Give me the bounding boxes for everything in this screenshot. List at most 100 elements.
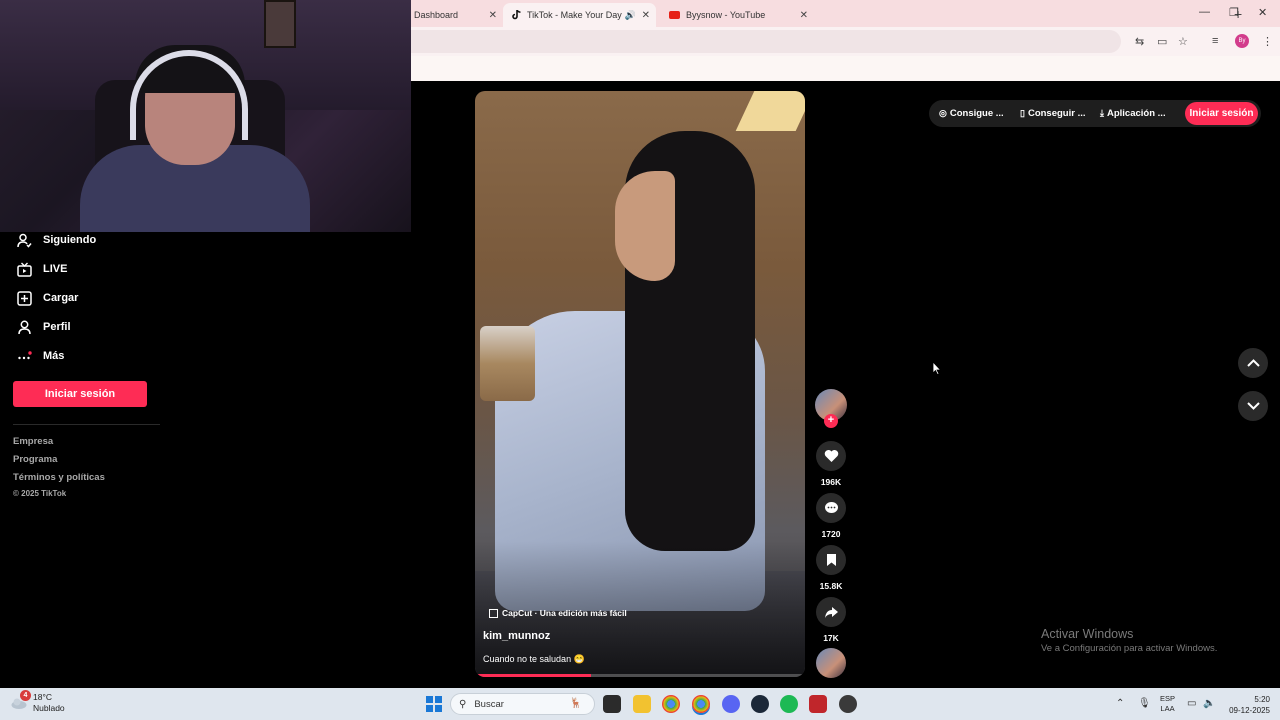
- taskbar-search[interactable]: ⚲ Buscar 🦌: [450, 693, 595, 715]
- share-action[interactable]: 17K: [816, 597, 846, 643]
- get-coins-button[interactable]: ◎ Consigue ...: [939, 100, 1004, 127]
- bookmark-star-icon[interactable]: ☆: [1178, 35, 1188, 48]
- obs-icon[interactable]: [839, 695, 857, 713]
- tab-dashboard[interactable]: Dashboard ✕: [411, 3, 503, 27]
- sidebar-item-label: Cargar: [43, 292, 79, 304]
- close-icon[interactable]: ✕: [642, 10, 650, 21]
- minimize-button[interactable]: —: [1199, 6, 1210, 18]
- activate-windows-title: Activar Windows: [1041, 627, 1134, 641]
- discord-icon[interactable]: [722, 695, 740, 713]
- language-indicator[interactable]: ESP LAA: [1160, 694, 1175, 714]
- task-view-icon[interactable]: [603, 695, 621, 713]
- close-window-button[interactable]: ✕: [1258, 6, 1267, 19]
- save-count: 15.8K: [819, 581, 843, 591]
- game-launcher-icon[interactable]: [809, 695, 827, 713]
- heart-icon[interactable]: [816, 441, 846, 471]
- sidebar-item-upload[interactable]: Cargar: [16, 288, 78, 308]
- ceiling-light: [735, 91, 805, 131]
- video-caption: Cuando no te saludan 😁: [483, 654, 585, 664]
- capcut-icon: [489, 608, 498, 618]
- previous-video-button[interactable]: [1238, 348, 1268, 378]
- sidebar-item-live[interactable]: LIVE: [16, 259, 67, 279]
- media-icon[interactable]: ≡: [1212, 35, 1218, 47]
- clock-date: 09-12-2025: [1229, 706, 1270, 715]
- page-header-strip: [411, 56, 1280, 81]
- steam-icon[interactable]: [751, 695, 769, 713]
- system-clock[interactable]: 5:20 09-12-2025: [1226, 694, 1270, 716]
- activate-windows-hint: Ve a Configuración para activar Windows.: [1041, 643, 1218, 654]
- keyboard-layout: LAA: [1160, 704, 1175, 713]
- menu-icon[interactable]: ⋮: [1262, 35, 1273, 48]
- top-actions-bar: ◎ Consigue ... ▯ Conseguir ... ⤓ Aplicac…: [929, 100, 1261, 127]
- capcut-tag[interactable]: CapCut · Una edición más fácil: [489, 608, 627, 618]
- address-bar: ⇆ ▭ ☆ ≡ By ⋮: [411, 27, 1280, 56]
- wall-picture: [264, 0, 296, 48]
- following-icon: [16, 232, 32, 248]
- chevron-up-icon: [1246, 354, 1260, 372]
- download-icon: ⤓: [1100, 108, 1104, 118]
- omnibox[interactable]: [411, 30, 1121, 53]
- volume-icon[interactable]: 🔈: [1203, 698, 1215, 709]
- sidebar-item-more[interactable]: Más: [16, 346, 64, 366]
- video-progress-fill: [475, 674, 591, 677]
- webcam-overlay: [0, 0, 411, 232]
- taskbar: 4 18°C Nublado ⚲ Buscar 🦌 ⌃ 🎙 ESP LAA ▭ …: [0, 688, 1280, 720]
- tab-youtube[interactable]: Byysnow - YouTube ✕: [661, 3, 814, 27]
- sidebar-item-following[interactable]: Siguiendo: [16, 230, 96, 250]
- video-progress-bar[interactable]: [475, 674, 805, 677]
- like-action[interactable]: 196K: [816, 441, 846, 487]
- login-button[interactable]: Iniciar sesión: [13, 381, 147, 407]
- translate-icon[interactable]: ⇆: [1135, 35, 1144, 48]
- video-player[interactable]: CapCut · Una edición más fácil kim_munno…: [475, 91, 805, 677]
- search-icon: ⚲: [459, 698, 467, 710]
- close-icon[interactable]: ✕: [489, 10, 497, 21]
- cast-icon[interactable]: ▭: [1157, 35, 1167, 48]
- chrome-icon[interactable]: [662, 695, 680, 713]
- follow-button[interactable]: +: [824, 414, 838, 428]
- weather-badge: 4: [20, 690, 31, 701]
- sidebar-item-label: LIVE: [43, 263, 68, 275]
- search-placeholder: Buscar: [474, 698, 504, 710]
- comment-action[interactable]: 1720: [816, 493, 846, 539]
- spotify-icon[interactable]: [780, 695, 798, 713]
- save-action[interactable]: 15.8K: [816, 545, 846, 591]
- tab-tiktok[interactable]: TikTok - Make Your Day 🔊 ✕: [503, 3, 656, 27]
- top-login-button[interactable]: Iniciar sesión: [1185, 102, 1258, 125]
- restore-button[interactable]: ❐: [1229, 6, 1239, 19]
- windows-start-icon[interactable]: [426, 696, 442, 712]
- microphone-icon[interactable]: 🎙: [1138, 698, 1151, 709]
- footer-link-company[interactable]: Empresa: [13, 436, 53, 447]
- sidebar-item-profile[interactable]: Perfil: [16, 317, 71, 337]
- video-username[interactable]: kim_munnoz: [483, 630, 550, 642]
- cloud-icon: 4: [10, 690, 31, 712]
- weather-widget[interactable]: 4 18°C Nublado: [10, 690, 65, 714]
- phone-icon: ▯: [1020, 108, 1025, 118]
- chrome-profile-icon[interactable]: [692, 695, 710, 713]
- coin-icon: ◎: [939, 108, 947, 118]
- share-icon[interactable]: [816, 597, 846, 627]
- file-explorer-icon[interactable]: [633, 695, 651, 713]
- close-icon[interactable]: ✕: [800, 10, 808, 21]
- tiktok-icon: [511, 9, 521, 20]
- profile-avatar[interactable]: By: [1235, 34, 1249, 48]
- bookmark-icon[interactable]: [816, 545, 846, 575]
- footer-link-terms[interactable]: Términos y políticas: [13, 472, 105, 483]
- chevron-up-tray-icon[interactable]: ⌃: [1116, 698, 1124, 709]
- comment-count: 1720: [821, 529, 841, 539]
- comment-icon[interactable]: [816, 493, 846, 523]
- like-count: 196K: [820, 477, 842, 487]
- next-video-button[interactable]: [1238, 391, 1268, 421]
- tab-title: TikTok - Make Your Day: [527, 10, 622, 20]
- temperature: 18°C: [33, 692, 52, 702]
- weather-condition: Nublado: [33, 703, 65, 713]
- mouse-cursor-icon: [932, 360, 942, 380]
- sound-disc[interactable]: [816, 648, 846, 678]
- download-app-button[interactable]: ⤓ Aplicación ...: [1100, 100, 1166, 127]
- footer-link-program[interactable]: Programa: [13, 454, 57, 465]
- tab-title: Dashboard: [414, 10, 459, 20]
- live-icon: [16, 261, 32, 277]
- get-app-button[interactable]: ▯ Conseguir ...: [1020, 100, 1086, 127]
- tab-title: Byysnow - YouTube: [686, 10, 766, 20]
- network-icon[interactable]: ▭: [1187, 698, 1196, 709]
- speaker-icon[interactable]: 🔊: [625, 10, 636, 21]
